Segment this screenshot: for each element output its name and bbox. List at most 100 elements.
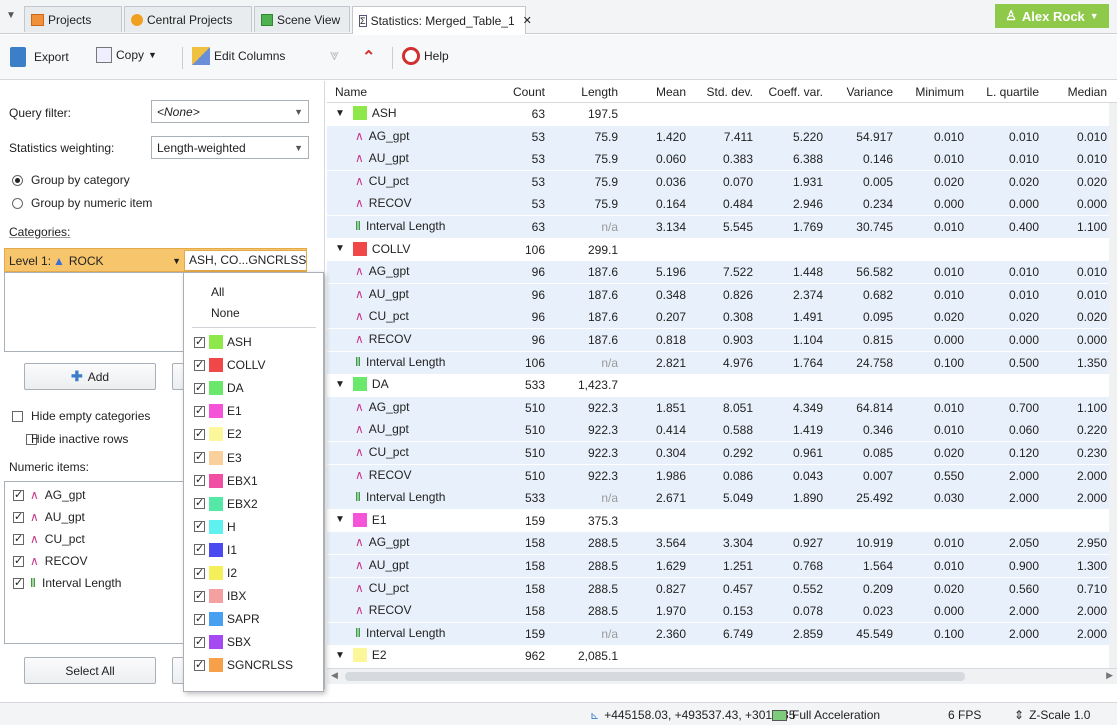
checkbox[interactable]: [194, 404, 205, 417]
expand-all-button[interactable]: ⌃: [362, 47, 375, 67]
column-header-coeff-var[interactable]: Coeff. var.: [769, 85, 823, 99]
checkbox[interactable]: [194, 473, 205, 487]
export-button[interactable]: Export: [10, 47, 69, 67]
table-row[interactable]: ∧ RECOV 96 187.6 0.818 0.903 1.104 0.815 0.000 0.…: [327, 329, 1117, 351]
table-row[interactable]: ∧ CU_pct 158 288.5 0.827 0.457 0.552 0.209 0.020…: [327, 577, 1117, 600]
column-header-mean[interactable]: Mean: [656, 85, 686, 99]
tab-menu-chevron-icon[interactable]: ▼: [6, 10, 16, 21]
table-row[interactable]: ǁ Interval Length 106 n/a 2.821 4.976 1.764 24.…: [327, 351, 1117, 374]
table-row[interactable]: ∧ AG_gpt 510 922.3 1.851 8.051 4.349 64.814 0.01…: [327, 396, 1117, 419]
table-row[interactable]: ∧ AG_gpt 158 288.5 3.564 3.304 0.927 10.919 0.01…: [327, 532, 1117, 555]
checkbox[interactable]: [13, 532, 24, 545]
select-all-button[interactable]: Select All: [24, 657, 156, 684]
scroll-right-icon[interactable]: ▶: [1106, 670, 1113, 681]
collapse-triangle-icon[interactable]: ▼: [335, 379, 345, 390]
numeric-item-ag[interactable]: ∧ AG_gpt: [13, 488, 86, 502]
query-filter-select[interactable]: <None> ▼: [151, 100, 309, 123]
table-row[interactable]: ∧ RECOV 158 288.5 1.970 0.153 0.078 0.023 0.000 2…: [327, 600, 1117, 623]
hide-empty-checkbox[interactable]: [12, 411, 23, 422]
category-group-row[interactable]: ▼ E1 159 375.3: [327, 510, 1117, 532]
table-row[interactable]: ∧ CU_pct 96 187.6 0.207 0.308 1.491 0.095 0.020 0…: [327, 306, 1117, 329]
numeric-item-recov[interactable]: ∧ RECOV: [13, 554, 87, 568]
tab-central-projects[interactable]: Central Projects: [124, 6, 252, 32]
checkbox[interactable]: [194, 519, 205, 533]
table-row[interactable]: ∧ AG_gpt 53 75.9 1.420 7.411 5.220 54.917 0.010 0…: [327, 125, 1117, 148]
dropdown-category-item[interactable]: I1: [194, 542, 237, 557]
dropdown-category-item[interactable]: E3: [194, 450, 242, 465]
column-header-length[interactable]: Length: [581, 85, 618, 99]
edit-columns-button[interactable]: Edit Columns: [192, 47, 285, 65]
table-row[interactable]: ∧ CU_pct 53 75.9 0.036 0.070 1.931 0.005 0.020 0.…: [327, 170, 1117, 193]
category-group-row[interactable]: ▼ COLLV 106 299.1: [327, 239, 1117, 261]
checkbox[interactable]: [13, 488, 24, 501]
select-all-categories[interactable]: All: [211, 285, 224, 299]
scroll-left-icon[interactable]: ◀: [331, 670, 338, 681]
user-menu-button[interactable]: ♙ Alex Rock ▼: [995, 4, 1109, 28]
add-button[interactable]: ✚ Add: [24, 363, 156, 390]
column-header-variance[interactable]: Variance: [847, 85, 893, 99]
numeric-item-au[interactable]: ∧ AU_gpt: [13, 510, 85, 524]
dropdown-category-item[interactable]: SAPR: [194, 612, 260, 627]
checkbox[interactable]: [194, 381, 205, 394]
checkbox[interactable]: [13, 554, 24, 567]
checkbox[interactable]: [194, 658, 205, 671]
dropdown-category-item[interactable]: ASH: [194, 335, 252, 349]
checkbox[interactable]: [194, 635, 205, 648]
tab-statistics[interactable]: Σ Statistics: Merged_Table_1 ✕: [352, 6, 532, 34]
weighting-select[interactable]: Length-weighted ▼: [151, 136, 309, 159]
vertical-scrollbar[interactable]: [1109, 103, 1117, 668]
close-icon[interactable]: ✕: [523, 14, 532, 27]
dropdown-category-item[interactable]: E1: [194, 404, 242, 419]
column-header-minimum[interactable]: Minimum: [915, 85, 964, 99]
dropdown-category-item[interactable]: DA: [194, 381, 244, 396]
help-button[interactable]: Help: [402, 47, 449, 65]
table-row[interactable]: ∧ RECOV 510 922.3 1.986 0.086 0.043 0.007 0.550 2…: [327, 464, 1117, 487]
checkbox[interactable]: [13, 510, 24, 523]
group-by-numeric-radio[interactable]: [12, 198, 23, 209]
checkbox[interactable]: [194, 335, 205, 348]
column-header-name[interactable]: Name: [335, 85, 367, 99]
checkbox[interactable]: [194, 496, 205, 510]
numeric-item-interval[interactable]: ǁ Interval Length: [13, 576, 121, 590]
category-group-row[interactable]: ▼ DA 533 1,423.7: [327, 374, 1117, 396]
dropdown-category-item[interactable]: EBX1: [194, 473, 258, 488]
collapse-triangle-icon[interactable]: ▼: [335, 108, 345, 119]
tab-scene-view[interactable]: Scene View: [254, 6, 350, 32]
table-row[interactable]: ∧ AU_gpt 96 187.6 0.348 0.826 2.374 0.682 0.010 0…: [327, 283, 1117, 306]
numeric-item-cu[interactable]: ∧ CU_pct: [13, 532, 85, 546]
checkbox[interactable]: [194, 542, 205, 556]
table-row[interactable]: ∧ AU_gpt 510 922.3 0.414 0.588 1.419 0.346 0.010…: [327, 419, 1117, 442]
column-header-count[interactable]: Count: [513, 85, 545, 99]
column-header-median[interactable]: Median: [1068, 85, 1107, 99]
table-row[interactable]: ǁ Interval Length 533 n/a 2.671 5.049 1.890 25.…: [327, 487, 1117, 510]
collapse-all-button[interactable]: ⩔: [330, 47, 339, 65]
dropdown-category-item[interactable]: EBX2: [194, 496, 258, 511]
column-header-std-dev[interactable]: Std. dev.: [707, 85, 753, 99]
checkbox[interactable]: [194, 589, 205, 602]
dropdown-category-item[interactable]: COLLV: [194, 358, 265, 373]
collapse-triangle-icon[interactable]: ▼: [335, 514, 345, 525]
table-row[interactable]: ∧ RECOV 53 75.9 0.164 0.484 2.946 0.234 0.000 0.0…: [327, 193, 1117, 216]
table-row[interactable]: ǁ Interval Length 159 n/a 2.360 6.749 2.859 45.…: [327, 622, 1117, 645]
table-row[interactable]: ∧ AG_gpt 96 187.6 5.196 7.522 1.448 56.582 0.010…: [327, 261, 1117, 284]
dropdown-category-item[interactable]: SGNCRLSS: [194, 658, 293, 673]
dropdown-category-item[interactable]: H: [194, 519, 236, 534]
dropdown-category-item[interactable]: SBX: [194, 635, 251, 650]
z-scale[interactable]: ⇕ Z-Scale 1.0: [1014, 708, 1090, 722]
table-row[interactable]: ∧ AU_gpt 53 75.9 0.060 0.383 6.388 0.146 0.010 0.…: [327, 148, 1117, 171]
copy-button[interactable]: Copy ▼: [96, 47, 157, 63]
category-group-row[interactable]: ▼ ASH 63 197.5: [327, 103, 1117, 125]
column-header-l-quartile[interactable]: L. quartile: [986, 85, 1039, 99]
table-row[interactable]: ∧ AU_gpt 158 288.5 1.629 1.251 0.768 1.564 0.010…: [327, 555, 1117, 577]
level-selection-select[interactable]: ASH, CO...GNCRLSS: [184, 250, 307, 271]
checkbox[interactable]: [194, 450, 205, 463]
checkbox[interactable]: [194, 358, 205, 371]
checkbox[interactable]: [194, 427, 205, 440]
checkbox[interactable]: [194, 566, 205, 579]
select-no-categories[interactable]: None: [211, 306, 240, 320]
scrollbar-thumb[interactable]: [345, 672, 965, 681]
dropdown-category-item[interactable]: E2: [194, 427, 242, 442]
table-row[interactable]: ∧ CU_pct 510 922.3 0.304 0.292 0.961 0.085 0.020…: [327, 442, 1117, 464]
horizontal-scrollbar[interactable]: ◀ ▶: [327, 668, 1117, 684]
tab-projects[interactable]: Projects: [24, 6, 122, 32]
